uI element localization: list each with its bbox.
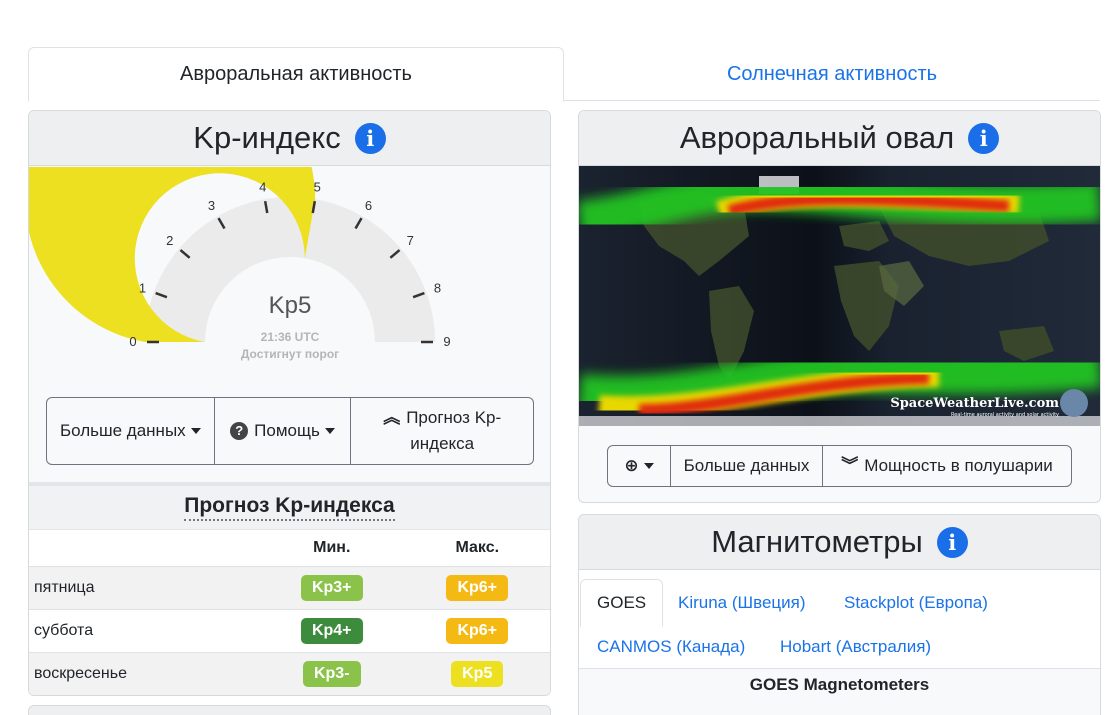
magnetometer-tabs: GOES Kiruna (Швеция) Stackplot (Европа) … [579, 570, 1100, 669]
world-map-image: SpaceWeatherLive.com Real-time auroral a… [579, 166, 1100, 426]
kp-forecast-section: Прогноз Kp-индекса Мин. Макс. пятница Kp… [29, 482, 550, 695]
kp-forecast-table: Мин. Макс. пятница Kp3+ Kp6+ суббота Kp4… [29, 530, 550, 695]
kp-min-badge: Kp4+ [300, 617, 363, 644]
info-icon[interactable]: i [936, 526, 968, 558]
gauge-tick-label: 5 [314, 179, 321, 194]
day-cell: суббота [29, 608, 259, 652]
header-day [29, 530, 259, 566]
oval-more-data-button[interactable]: Больше данных [671, 446, 823, 486]
gauge-tick-label: 6 [365, 198, 372, 213]
hemisphere-power-button[interactable]: ︾ Мощность в полушарии [823, 446, 1071, 486]
oval-button-group: ⊕ Больше данных ︾ Мощность в полушарии [607, 445, 1072, 487]
caret-down-icon [324, 428, 335, 434]
zoom-dropdown[interactable]: ⊕ [608, 446, 671, 486]
gauge-time: 21:36 UTC [261, 330, 320, 344]
gauge-tick-label: 7 [407, 233, 414, 248]
kp-forecast-title-text[interactable]: Прогноз Kp-индекса [184, 494, 395, 521]
more-data-dropdown[interactable]: Больше данных [47, 398, 215, 464]
info-icon[interactable]: i [354, 122, 386, 154]
gauge-status: Достигнут порог [241, 347, 339, 361]
gauge-track [145, 197, 435, 342]
kp-forecast-button[interactable]: ︽ Прогноз Kp- индекса [351, 398, 533, 464]
more-data-label: Больше данных [59, 421, 186, 440]
mag-card-header: Магнитометры i [579, 515, 1100, 570]
kp-min-badge: Kp3+ [300, 574, 363, 601]
kp-gauge: 0 1 2 3 4 5 6 7 8 9 Kp5 21:36 UTC Достигнут порог [29, 167, 550, 397]
table-row: суббота Kp4+ Kp6+ [29, 608, 550, 652]
main-tabs: Авроральная активность Солнечная активно… [28, 47, 1100, 102]
kp-forecast-title: Прогноз Kp-индекса [29, 486, 550, 530]
tab-stackplot[interactable]: Stackplot (Европа) [844, 593, 988, 613]
table-header-row: Мин. Макс. [29, 530, 550, 566]
goes-magnetometers-title: GOES Magnetometers [749, 675, 930, 694]
map-watermark-sub: Real-time auroral activity and solar act… [951, 412, 1059, 418]
gauge-tick-label: 4 [259, 179, 266, 194]
kp-forecast-label-1: Прогноз Kp- [406, 408, 502, 427]
hemisphere-power-label: Мощность в полушарии [864, 456, 1053, 475]
kp-card-header: Kp-индекс i [29, 111, 550, 166]
table-row: пятница Kp3+ Kp6+ [29, 565, 550, 609]
kp-max-badge: Kp6+ [446, 574, 509, 601]
oval-card-title: Авроральный овал [679, 120, 955, 155]
mag-card-title: Магнитометры [711, 524, 923, 559]
auroral-oval-map[interactable]: SpaceWeatherLive.com Real-time auroral a… [579, 166, 1100, 426]
tab-auroral-activity[interactable]: Авроральная активность [28, 47, 564, 102]
oval-card-header: Авроральный овал i [579, 111, 1100, 166]
table-row: воскресенье Kp3- Kp5 [29, 651, 550, 695]
gauge-tick-label: 9 [443, 334, 450, 349]
kp-forecast-label-2: индекса [410, 434, 475, 453]
kp-max-badge: Kp6+ [446, 617, 509, 644]
tab-solar-activity[interactable]: Солнечная активность [564, 47, 1100, 101]
caret-down-icon [643, 463, 654, 469]
info-icon[interactable]: i [968, 122, 1000, 154]
gauge-tick-label: 3 [208, 198, 215, 213]
map-watermark: SpaceWeatherLive.com [890, 396, 1059, 411]
kp-max-badge: Kp5 [451, 660, 504, 687]
header-min: Мин. [313, 538, 351, 556]
question-circle-icon: ? [230, 422, 249, 440]
help-dropdown[interactable]: ? Помощь [215, 398, 352, 464]
chevrons-down-icon: ︾ [841, 456, 859, 475]
kp-card-title: Kp-индекс [193, 120, 341, 155]
auroral-oval-card: Авроральный овал i SpaceWeatherLive.com … [578, 110, 1101, 503]
gauge-tick-label: 0 [129, 334, 136, 349]
caret-down-icon [190, 428, 201, 434]
kp-index-card: Kp-индекс i 0 1 2 3 4 5 6 7 8 9 Kp5 21:36 UTC Достиг… [28, 110, 551, 696]
next-card-edge [28, 705, 551, 715]
day-cell: воскресенье [29, 651, 259, 695]
zoom-in-icon: ⊕ [624, 456, 639, 475]
tab-kiruna[interactable]: Kiruna (Швеция) [678, 593, 806, 613]
magnetometers-card: Магнитометры i GOES Kiruna (Швеция) Stac… [578, 514, 1101, 715]
tab-hobart[interactable]: Hobart (Австралия) [780, 637, 931, 657]
day-cell: пятница [29, 565, 259, 609]
chevrons-up-icon: ︽ [383, 408, 401, 427]
gauge-tick-label: 8 [434, 280, 441, 295]
kp-min-badge: Kp3- [302, 660, 361, 687]
kp-button-group: Больше данных ? Помощь ︽ Прогноз Kp- индек… [46, 397, 534, 465]
gauge-value-label: Kp5 [269, 292, 312, 319]
header-max: Макс. [455, 538, 500, 556]
kp-gauge-svg: 0 1 2 3 4 5 6 7 8 9 Kp5 21:36 UTC Достигнут порог [29, 167, 451, 361]
tab-goes[interactable]: GOES [580, 579, 664, 627]
help-label: Помощь [254, 421, 320, 440]
gauge-tick-label: 2 [166, 233, 173, 248]
tab-canmos[interactable]: CANMOS (Канада) [597, 637, 745, 657]
globe-logo-icon [1060, 389, 1088, 417]
gauge-tick-label: 1 [139, 280, 146, 295]
